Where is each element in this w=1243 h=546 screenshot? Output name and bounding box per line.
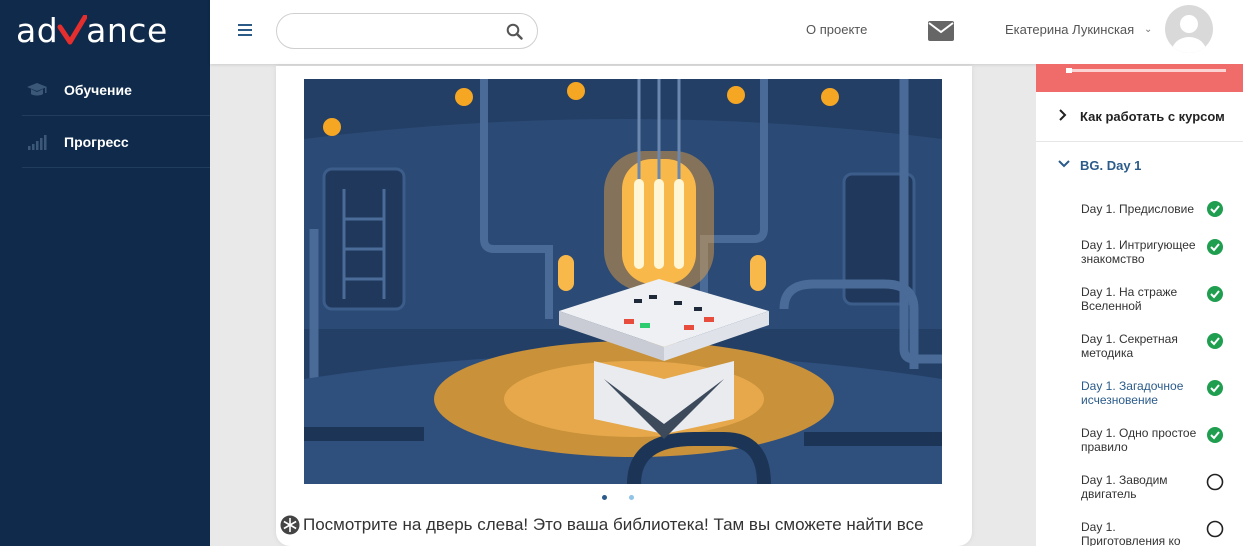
search-box [276,13,538,49]
course-progress-bar [1036,64,1243,92]
lesson-title-line2: двигатель [1081,487,1137,501]
sidebar: ad ance Обучение Прогресс [0,0,210,546]
howto-label: Как работать с курсом [1080,109,1225,124]
search-icon[interactable] [506,23,523,45]
lesson-illustration [304,79,942,485]
lesson-title-line1: Day 1. На страже [1081,285,1178,299]
hamburger-menu-icon[interactable] [238,24,252,36]
progress-track [1066,69,1226,72]
chevron-down-icon [1058,156,1070,174]
lesson-item[interactable]: Day 1. Приготовления ко [1036,520,1243,546]
section-label: BG. Day 1 [1080,157,1142,173]
logo-text-left: ad [16,10,59,50]
carousel-dot[interactable] [602,495,607,500]
about-link[interactable]: О проекте [806,22,867,37]
incomplete-circle-icon [1206,520,1224,541]
logo-text-right: ance [86,10,168,50]
lesson-title-line2: Приготовления ко [1081,534,1181,546]
mail-icon[interactable] [928,21,954,46]
lesson-title-line1: Day 1. Загадочное [1081,379,1184,393]
sidebar-item-progress[interactable]: Прогресс [22,116,210,168]
carousel-indicators [602,495,634,500]
lesson-title-line1: Day 1. Одно простое [1081,426,1197,440]
lesson-title-line2: правило [1081,440,1128,454]
sidebar-nav: Обучение Прогресс [0,64,210,168]
lesson-title-line1: Day 1. [1081,520,1116,534]
graduation-cap-icon [26,82,48,98]
incomplete-circle-icon [1206,473,1224,494]
search-input[interactable] [277,14,497,48]
progress-fill [1066,68,1072,73]
user-name[interactable]: Екатерина Лукинская [1005,22,1134,37]
completed-check-icon [1206,285,1224,306]
completed-check-icon [1206,332,1224,353]
lesson-title-line1: Day 1. Предисловие [1081,202,1194,216]
lesson-item[interactable]: Day 1. На страже Вселенной [1036,285,1243,313]
completed-check-icon [1206,200,1224,221]
checkmark-v-icon [57,15,88,45]
lesson-item[interactable]: Day 1. Заводим двигатель [1036,473,1243,501]
howto-section[interactable]: Как работать с курсом [1036,92,1243,142]
lesson-title-line2: Вселенной [1081,299,1142,313]
lesson-item[interactable]: Day 1. Одно простое правило [1036,426,1243,454]
lesson-item[interactable]: Day 1. Интригующее знакомство [1036,238,1243,266]
lesson-title-line2: исчезновение [1081,393,1158,407]
chevron-right-icon [1058,108,1070,126]
completed-check-icon [1206,379,1224,400]
sidebar-item-learning[interactable]: Обучение [22,64,210,116]
advance-logo[interactable]: ad ance [16,8,168,52]
avatar[interactable] [1165,5,1213,53]
carousel-dot[interactable] [629,495,634,500]
sidebar-item-label: Прогресс [64,133,129,150]
lesson-card: Посмотрите на дверь слева! Это ваша библ… [276,66,972,546]
course-outline-panel: Как работать с курсом BG. Day 1 Day 1. П… [1036,64,1243,546]
lesson-caption: Посмотрите на дверь слева! Это ваша библ… [280,515,970,535]
lesson-title-line1: Day 1. Заводим [1081,473,1168,487]
chevron-down-icon[interactable]: ⌄ [1144,24,1152,35]
section-bg-day1[interactable]: BG. Day 1 [1036,142,1243,188]
top-header: О проекте Екатерина Лукинская ⌄ [210,0,1243,64]
lesson-item[interactable]: Day 1. Секретная методика [1036,332,1243,360]
lesson-title-line1: Day 1. Интригующее [1081,238,1196,252]
lesson-title-line2: методика [1081,346,1134,360]
completed-check-icon [1206,426,1224,447]
bar-chart-icon [26,134,48,150]
caption-text: Посмотрите на дверь слева! Это ваша библ… [303,515,924,534]
sidebar-item-label: Обучение [64,81,132,98]
completed-check-icon [1206,238,1224,259]
lesson-title-line1: Day 1. Секретная [1081,332,1178,346]
lesson-item[interactable]: Day 1. Загадочное исчезновение [1036,379,1243,407]
lesson-title-line2: знакомство [1081,252,1145,266]
snowflake-emoji-icon [280,515,300,535]
lesson-item[interactable]: Day 1. Предисловие [1036,201,1243,217]
